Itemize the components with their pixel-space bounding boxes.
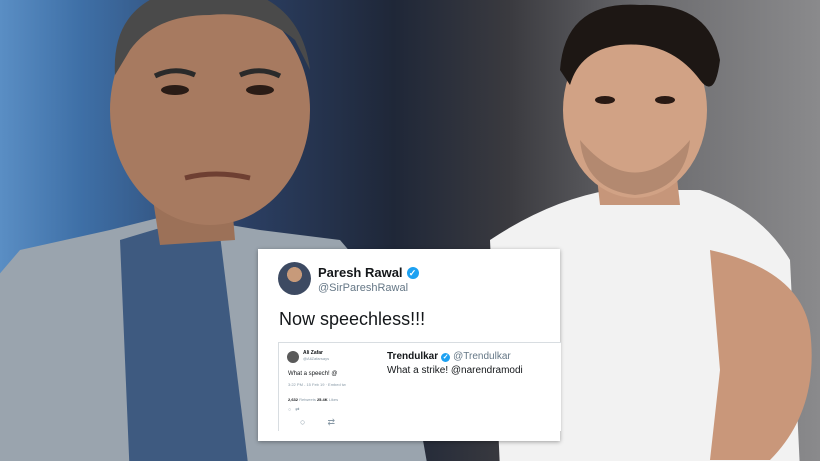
- image-like-count: 25.4K: [316, 397, 328, 402]
- verified-badge-icon: ✓: [406, 267, 419, 279]
- image-retweet-count: 2,632: [288, 397, 299, 402]
- image-actions: ○ ⇄: [288, 407, 300, 413]
- quoted-author-handle: @Trendulkar: [453, 351, 511, 362]
- image-tweet-text: What a speech! @: [288, 371, 338, 377]
- image-retweet-label: Retweets: [299, 397, 316, 402]
- image-tweet-stats: 2,632 Retweets 25.4K Likes: [288, 397, 338, 402]
- quoted-author-name: Trendulkar: [387, 351, 439, 362]
- tweet-actions: ○⇄: [300, 417, 357, 428]
- avatar[interactable]: [278, 262, 311, 295]
- tweet-author-handle[interactable]: @SirPareshRawal: [318, 282, 408, 294]
- image-author-handle: @AliZafarsays: [303, 356, 330, 361]
- author-name-text: Paresh Rawal: [318, 265, 403, 280]
- image-like-label: Likes: [328, 397, 339, 402]
- avatar: [287, 351, 299, 363]
- quoted-author[interactable]: Trendulkar ✓ @Trendulkar: [387, 351, 511, 362]
- retweet-icon[interactable]: ⇄: [327, 417, 357, 427]
- tweet-card[interactable]: Paresh Rawal ✓ @SirPareshRawal Now speech…: [258, 249, 561, 441]
- quoted-tweet-text: What a strike! @narendramodi: [387, 365, 523, 376]
- tweet-text: Now speechless!!!: [279, 309, 426, 329]
- image-tweet-time: 3:22 PM - 15 Feb 19 · Embed tw: [288, 382, 346, 387]
- tweet-author-name[interactable]: Paresh Rawal ✓: [318, 265, 419, 280]
- verified-badge-icon: ✓: [441, 353, 451, 362]
- reply-icon[interactable]: ○: [300, 417, 327, 427]
